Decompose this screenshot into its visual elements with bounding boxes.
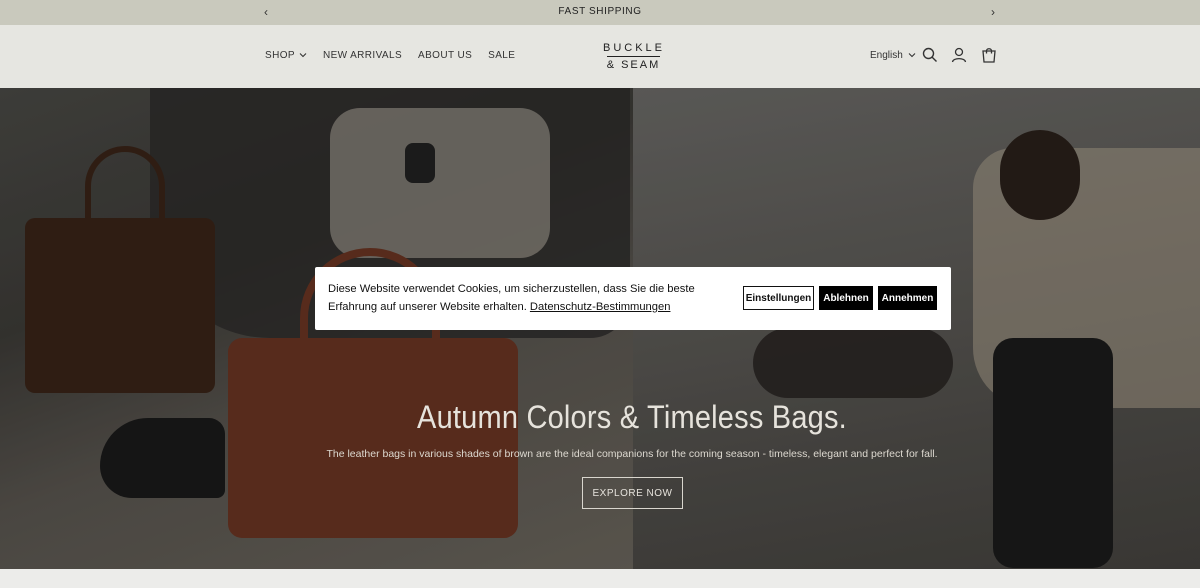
nav-about-us[interactable]: ABOUT US bbox=[418, 50, 472, 61]
chevron-down-icon bbox=[908, 50, 916, 61]
search-icon[interactable] bbox=[922, 47, 938, 63]
nav-sale[interactable]: SALE bbox=[488, 50, 515, 61]
cookie-settings-button[interactable]: Einstellungen bbox=[743, 286, 814, 310]
chevron-down-icon bbox=[299, 51, 307, 60]
site-header: SHOP NEW ARRIVALS ABOUT US SALE BUCKLE &… bbox=[0, 25, 1200, 88]
language-label: English bbox=[870, 50, 903, 61]
privacy-policy-link[interactable]: Datenschutz-Bestimmungen bbox=[530, 301, 671, 313]
hero-subtitle: The leather bags in various shades of br… bbox=[326, 448, 938, 460]
account-icon[interactable] bbox=[951, 47, 967, 63]
main-nav: SHOP NEW ARRIVALS ABOUT US SALE bbox=[265, 50, 515, 61]
cookie-consent-dialog: Diese Website verwendet Cookies, um sich… bbox=[315, 267, 951, 330]
announcement-message: FAST SHIPPING bbox=[558, 6, 642, 17]
site-logo[interactable]: BUCKLE & SEAM bbox=[603, 42, 664, 72]
logo-divider bbox=[607, 56, 660, 57]
hero-title: Autumn Colors & Timeless Bags. bbox=[417, 400, 847, 436]
explore-now-button[interactable]: EXPLORE NOW bbox=[582, 477, 683, 509]
logo-line-1: BUCKLE bbox=[603, 42, 666, 54]
nav-new-arrivals[interactable]: NEW ARRIVALS bbox=[323, 50, 402, 61]
cookie-accept-button[interactable]: Annehmen bbox=[878, 286, 937, 310]
nav-shop-label: SHOP bbox=[265, 50, 295, 61]
cart-icon[interactable] bbox=[981, 47, 997, 63]
cookie-message-block: Diese Website verwendet Cookies, um sich… bbox=[328, 280, 740, 316]
announcement-next-arrow-icon[interactable]: › bbox=[991, 5, 995, 19]
nav-shop[interactable]: SHOP bbox=[265, 50, 307, 61]
announcement-bar: ‹ FAST SHIPPING › bbox=[0, 0, 1200, 25]
cookie-reject-button[interactable]: Ablehnen bbox=[819, 286, 873, 310]
next-section-edge bbox=[0, 569, 1200, 588]
logo-line-2: & SEAM bbox=[606, 59, 661, 71]
language-selector[interactable]: English bbox=[870, 50, 916, 61]
